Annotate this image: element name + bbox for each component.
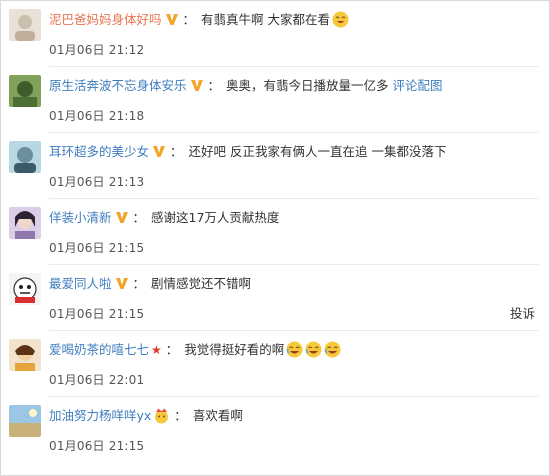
verified-badge-icon [152, 144, 166, 158]
timestamp: 01月06日 21:12 [49, 43, 145, 57]
comment-line: 最爱同人啦 ： 剧情感觉还不错啊 [49, 275, 251, 293]
comment-item: 最爱同人啦 ： 剧情感觉还不错啊 01月06日 21:15 投诉 [1, 265, 549, 331]
comment-text: 剧情感觉还不错啊 [151, 276, 252, 291]
comment-line: 原生活奔波不忘身体安乐 ： 奥奥，有翡今日播放量一亿多 评论配图 [49, 77, 443, 95]
comment-image-link[interactable]: 评论配图 [393, 78, 443, 93]
timestamp: 01月06日 21:15 [49, 241, 145, 255]
laughing-emoji-icon [305, 341, 322, 358]
comment-line: 泥巴爸妈妈身体好吗 ： 有翡真牛啊 大家都在看 [49, 11, 349, 29]
comment-item: 爱喝奶茶的嘻七七 ★： 我觉得挺好看的啊 01月06日 22:01 [1, 331, 549, 397]
verified-badge-icon [115, 276, 129, 290]
comment-item: 加油努力杨咩咩yx ： 喜欢看啊 01月06日 21:15 [1, 397, 549, 463]
colon: ： [132, 210, 146, 225]
colon: ： [170, 144, 183, 159]
username-link[interactable]: 加油努力杨咩咩yx [49, 408, 151, 423]
avatar[interactable] [9, 9, 41, 41]
colon: ： [182, 12, 196, 27]
laughing-emoji-icon [286, 341, 303, 358]
timestamp: 01月06日 21:13 [49, 175, 145, 189]
verified-badge-icon [115, 210, 129, 224]
colon: ： [165, 342, 179, 357]
comment-line: 耳环超多的美少女 ： 还好吧 反正我家有俩人一直在追 一集都没落下 [49, 143, 446, 161]
username-link[interactable]: 最爱同人啦 [49, 276, 112, 291]
comment-text: 喜欢看啊 [192, 408, 243, 423]
colon: ： [207, 78, 221, 93]
comment-text: 奥奥，有翡今日播放量一亿多 [226, 78, 389, 93]
username-link[interactable]: 原生活奔波不忘身体安乐 [49, 78, 187, 93]
timestamp: 01月06日 22:01 [49, 373, 145, 387]
report-button[interactable]: 投诉 [510, 303, 535, 322]
timestamp: 01月06日 21:15 [49, 307, 145, 321]
comment-text: 感谢这17万人贡献热度 [151, 210, 280, 225]
timestamp: 01月06日 21:18 [49, 109, 145, 123]
colon: ： [174, 408, 187, 423]
verified-badge-icon [165, 12, 179, 26]
comment-line: 佯装小清新 ： 感谢这17万人贡献热度 [49, 209, 279, 227]
laughing-emoji-icon [324, 341, 341, 358]
comment-item: 耳环超多的美少女 ： 还好吧 反正我家有俩人一直在追 一集都没落下 01月06日 2… [1, 133, 549, 199]
username-link[interactable]: 佯装小清新 [49, 210, 112, 225]
laughing-emoji-icon [332, 11, 349, 28]
timestamp: 01月06日 21:15 [49, 439, 145, 453]
comment-text: 有翡真牛啊 大家都在看 [201, 12, 331, 27]
verified-badge-icon [190, 78, 204, 92]
username-link[interactable]: 泥巴爸妈妈身体好吗 [49, 12, 162, 27]
username-link[interactable]: 爱喝奶茶的嘻七七 [49, 342, 149, 357]
red-star-icon: ★ [151, 343, 162, 357]
comment-text: 还好吧 反正我家有俩人一直在追 一集都没落下 [188, 144, 447, 159]
comment-panel: 泥巴爸妈妈身体好吗 ： 有翡真牛啊 大家都在看 01月06日 21:12 原生活奔波… [0, 0, 550, 476]
username-link[interactable]: 耳环超多的美少女 [49, 144, 149, 159]
comment-item: 佯装小清新 ： 感谢这17万人贡献热度 01月06日 21:15 [1, 199, 549, 265]
crown-emoji-icon [153, 407, 170, 424]
comment-line: 爱喝奶茶的嘻七七 ★： 我觉得挺好看的啊 [49, 341, 341, 359]
avatar[interactable] [9, 339, 41, 371]
avatar[interactable] [9, 75, 41, 107]
avatar[interactable] [9, 273, 41, 305]
avatar[interactable] [9, 141, 41, 173]
comment-item: 泥巴爸妈妈身体好吗 ： 有翡真牛啊 大家都在看 01月06日 21:12 [1, 1, 549, 67]
comment-line: 加油努力杨咩咩yx ： 喜欢看啊 [49, 407, 243, 425]
avatar[interactable] [9, 405, 41, 437]
comment-item: 原生活奔波不忘身体安乐 ： 奥奥，有翡今日播放量一亿多 评论配图 01月06日 21:… [1, 67, 549, 133]
colon: ： [132, 276, 146, 291]
avatar[interactable] [9, 207, 41, 239]
comment-text: 我觉得挺好看的啊 [184, 342, 285, 357]
